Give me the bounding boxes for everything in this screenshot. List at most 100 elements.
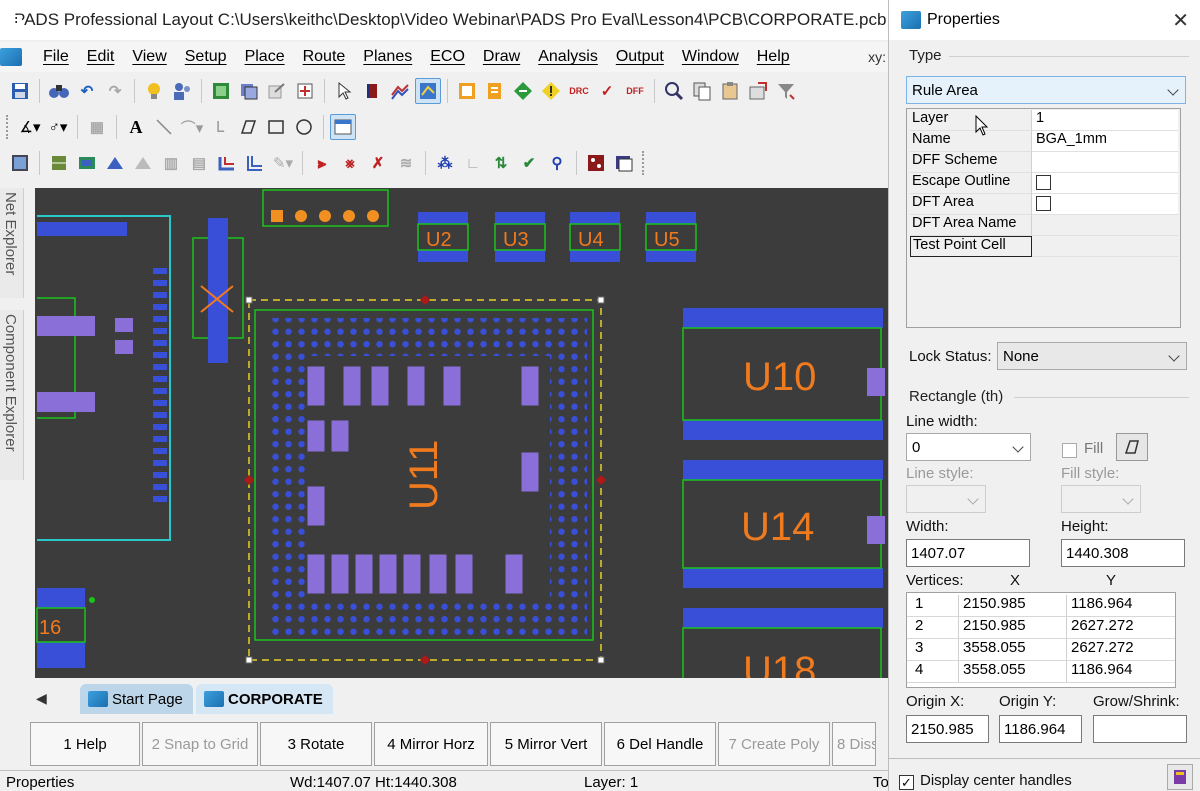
menu-route[interactable]: Route [294, 48, 355, 66]
book-button[interactable] [1167, 764, 1193, 790]
fanout-icon[interactable] [46, 150, 72, 176]
arc-icon[interactable]: ⌒▾ [179, 114, 205, 140]
vertex-x[interactable]: 2150.985 [959, 617, 1067, 639]
vertex-row[interactable]: 4 3558.055 1186.964 [907, 661, 1175, 683]
glue-icon[interactable]: ≋ [393, 150, 419, 176]
fkey-del-handle-button[interactable]: 6 Del Handle [604, 722, 716, 766]
display-icon[interactable] [7, 150, 33, 176]
text-icon[interactable]: A [123, 114, 149, 140]
menu-output[interactable]: Output [607, 48, 673, 66]
name-value[interactable]: BGA_1mm [1032, 131, 1178, 152]
menu-app-icon[interactable] [0, 48, 22, 66]
menu-edit[interactable]: Edit [78, 48, 124, 66]
origin-y-input[interactable]: 1186.964 [999, 715, 1082, 743]
dft-area-name-value[interactable] [1032, 215, 1178, 236]
schematic-icon[interactable] [454, 78, 480, 104]
undo-icon[interactable]: ↶ [74, 78, 100, 104]
copy-icon[interactable] [689, 78, 715, 104]
save-icon[interactable] [7, 78, 33, 104]
fkey-create-poly-button[interactable]: 7 Create Poly [718, 722, 830, 766]
grid-icon[interactable]: ▦ [84, 114, 110, 140]
display-center-handles-checkbox[interactable]: ✓ [899, 775, 914, 790]
menu-help[interactable]: Help [748, 48, 799, 66]
net-explorer-tab[interactable]: Net Explorer [0, 188, 24, 298]
route-mode-icon[interactable] [415, 78, 441, 104]
warning-icon[interactable] [538, 78, 564, 104]
polygon-edit-button[interactable] [1116, 433, 1148, 461]
zoom-icon[interactable] [661, 78, 687, 104]
polyline-icon[interactable]: ᒪ [207, 114, 233, 140]
drc-green-icon[interactable] [510, 78, 536, 104]
escape-outline-checkbox[interactable] [1036, 175, 1051, 190]
report-icon[interactable] [482, 78, 508, 104]
vertex-x[interactable]: 3558.055 [959, 639, 1067, 661]
trace-icon[interactable] [387, 78, 413, 104]
vertex-x[interactable]: 3558.055 [959, 661, 1067, 683]
unroute-icon[interactable]: ✗ [365, 150, 391, 176]
bus-icon[interactable]: ⫸ [309, 150, 335, 176]
menu-planes[interactable]: Planes [354, 48, 421, 66]
users-icon[interactable] [169, 78, 195, 104]
gender-icon[interactable]: ♂▾ [45, 114, 71, 140]
line-width-select[interactable]: 0 [906, 433, 1031, 461]
dff-icon[interactable]: DFF [622, 78, 648, 104]
vertex-y[interactable]: 2627.272 [1067, 617, 1175, 639]
toolbar-grip[interactable] [6, 115, 10, 139]
fill-checkbox[interactable] [1062, 443, 1077, 458]
menu-file[interactable]: File [34, 48, 78, 66]
width-input[interactable]: 1407.07 [906, 539, 1030, 567]
test-point-cell-value[interactable] [1032, 236, 1178, 257]
tab-start-page[interactable]: Start Page [80, 684, 193, 714]
menu-eco[interactable]: ECO [421, 48, 474, 66]
properties-toggle-icon[interactable] [330, 114, 356, 140]
vertex-y[interactable]: 2627.272 [1067, 639, 1175, 661]
tab-scroll-left-icon[interactable]: ◀ [36, 690, 47, 707]
menu-place[interactable]: Place [236, 48, 294, 66]
probe-icon[interactable]: ✔ [516, 150, 542, 176]
netline-icon[interactable]: ⁂ [432, 150, 458, 176]
prop-row-escape-outline[interactable]: Escape Outline [910, 173, 1178, 194]
prop-row-dft-area-name[interactable]: DFT Area Name [910, 215, 1178, 236]
pin-icon[interactable]: ⚲ [544, 150, 570, 176]
pattern-icon[interactable]: ▥ [158, 150, 184, 176]
vertex-row[interactable]: 3 3558.055 2627.272 [907, 639, 1175, 661]
fkey-8-button[interactable]: 8 Diss [832, 722, 876, 766]
fkey-snap-button[interactable]: 2 Snap to Grid [142, 722, 258, 766]
dff-scheme-value[interactable] [1032, 152, 1178, 173]
pen-icon[interactable]: ✎▾ [270, 150, 296, 176]
toolbar-grip[interactable] [642, 151, 646, 175]
bulb-icon[interactable] [141, 78, 167, 104]
rectangle-icon[interactable] [263, 114, 289, 140]
tune-icon[interactable] [130, 150, 156, 176]
vertex-row[interactable]: 2 2150.985 2627.272 [907, 617, 1175, 639]
filter-icon[interactable] [773, 78, 799, 104]
prop-row-layer[interactable]: Layer 1 [910, 110, 1178, 131]
tab-corporate[interactable]: CORPORATE [196, 684, 333, 714]
drc-icon[interactable]: DRC [566, 78, 592, 104]
circle-icon[interactable] [291, 114, 317, 140]
vertex-x[interactable]: 2150.985 [959, 595, 1067, 617]
type-select[interactable]: Rule Area [906, 76, 1186, 104]
pcb-canvas[interactable]: U2 U3 U4 U5 U10 U14 U18 16 U11 [35, 188, 888, 678]
grow-shrink-input[interactable] [1093, 715, 1187, 743]
fkey-rotate-button[interactable]: 3 Rotate [260, 722, 372, 766]
plow-icon[interactable] [102, 150, 128, 176]
polygon-icon[interactable] [235, 114, 261, 140]
lock-status-select[interactable]: None [997, 342, 1187, 370]
vertex-row[interactable]: 1 2150.985 1186.964 [907, 595, 1175, 617]
gloss-icon[interactable] [214, 150, 240, 176]
check-icon[interactable]: ✓ [594, 78, 620, 104]
export-board-icon[interactable] [745, 78, 771, 104]
hug-icon[interactable] [242, 150, 268, 176]
component-icon[interactable] [359, 78, 385, 104]
pad-stack-icon[interactable] [611, 150, 637, 176]
line-style-select[interactable] [906, 485, 986, 513]
paste-icon[interactable] [717, 78, 743, 104]
find-icon[interactable] [46, 78, 72, 104]
component-explorer-tab[interactable]: Component Explorer [0, 310, 24, 480]
vertex-y[interactable]: 1186.964 [1067, 661, 1175, 683]
origin-x-input[interactable]: 2150.985 [906, 715, 989, 743]
prop-row-test-point-cell[interactable]: Test Point Cell [910, 236, 1178, 257]
dft-area-checkbox[interactable] [1036, 196, 1051, 211]
line-icon[interactable] [151, 114, 177, 140]
